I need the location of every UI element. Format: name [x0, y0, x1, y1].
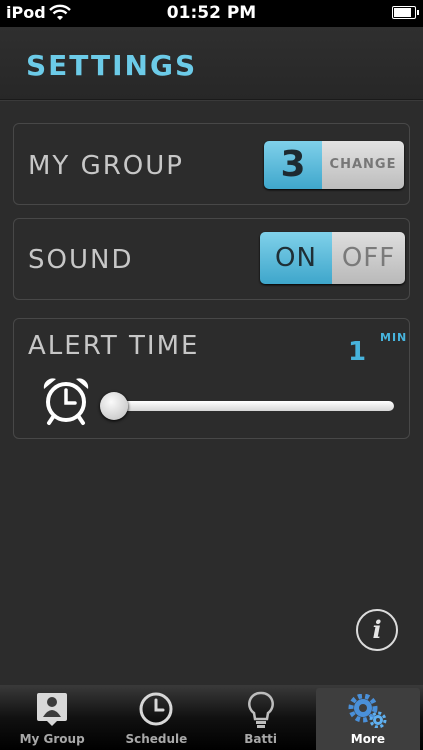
alert-time-unit: MIN [380, 331, 408, 344]
my-group-panel: MY GROUP 3 CHANGE [13, 123, 410, 205]
change-group-button[interactable]: CHANGE [322, 141, 404, 189]
tab-more-label: More [350, 732, 385, 746]
gears-icon [348, 694, 387, 728]
alarm-clock-icon [43, 378, 89, 425]
app-screen: iPod 01:52 PM SETTINGS MY GROUP 3 CHANGE… [0, 0, 423, 750]
alert-time-slider[interactable] [106, 401, 394, 411]
sound-toggle[interactable]: ON OFF [260, 232, 405, 284]
page-header: SETTINGS [0, 27, 423, 100]
sound-on-button[interactable]: ON [260, 232, 332, 284]
sound-label: SOUND [28, 245, 134, 275]
alert-time-label: ALERT TIME [28, 331, 200, 361]
status-time: 01:52 PM [166, 3, 257, 23]
group-control: 3 CHANGE [264, 141, 404, 189]
info-button[interactable]: i [356, 609, 398, 651]
alert-time-slider-thumb[interactable] [100, 392, 128, 420]
group-number: 3 [264, 141, 322, 189]
person-icon [37, 693, 68, 726]
tab-batti[interactable]: Batti [209, 685, 313, 750]
tab-my-group[interactable]: My Group [0, 685, 104, 750]
sound-panel: SOUND ON OFF [13, 218, 410, 300]
sound-off-button[interactable]: OFF [332, 232, 405, 284]
tab-batti-label: Batti [244, 732, 278, 746]
tab-schedule-label: Schedule [125, 732, 188, 746]
tab-bar: My Group Schedule Batti More [0, 685, 423, 750]
tab-schedule[interactable]: Schedule [104, 685, 208, 750]
tab-my-group-label: My Group [19, 732, 85, 746]
lightbulb-icon [247, 691, 274, 728]
alert-time-value: 1 [348, 337, 367, 367]
page-title: SETTINGS [26, 49, 198, 82]
alert-time-panel: ALERT TIME 1 MIN [13, 318, 410, 439]
status-bar: iPod 01:52 PM [0, 0, 423, 27]
my-group-label: MY GROUP [28, 151, 184, 181]
clock-icon [139, 692, 173, 726]
tab-more[interactable]: More [315, 688, 420, 750]
battery-icon [392, 6, 419, 19]
